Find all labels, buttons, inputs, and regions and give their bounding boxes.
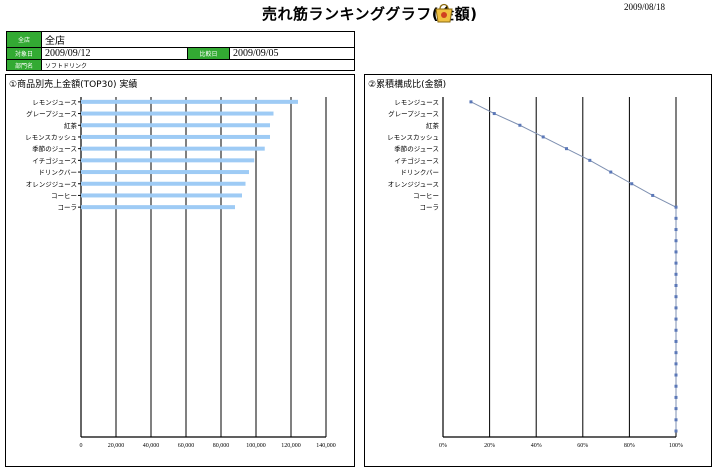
data-point xyxy=(651,193,655,197)
x-tick-label: 60,000 xyxy=(178,443,195,449)
category-label: レモンスカッシュ xyxy=(387,133,439,141)
category-label: コーラ xyxy=(420,204,440,212)
department-value: ソフトドリンク xyxy=(41,59,355,71)
data-point xyxy=(674,239,678,243)
sales-chart-panel: ①商品別売上金額(TOP30) 実績 0 20,000 40,000 60,000 80… xyxy=(5,74,355,467)
compare-date-label: 比較日 xyxy=(187,47,230,60)
x-tick-label: 80,000 xyxy=(213,443,230,449)
x-tick-label: 0% xyxy=(439,443,447,449)
x-tick-label: 20% xyxy=(484,443,495,449)
x-tick-label: 100,000 xyxy=(246,443,266,449)
x-tick-label: 20,000 xyxy=(108,443,125,449)
compare-date-value: 2009/09/05 xyxy=(229,47,355,60)
category-label: グレープジュース xyxy=(388,109,439,118)
category-label: イチゴジュース xyxy=(394,156,439,165)
x-tick-label: 0 xyxy=(80,443,83,449)
data-point xyxy=(674,317,678,321)
x-tick-label: 80% xyxy=(624,443,635,449)
data-point xyxy=(674,362,678,366)
data-point xyxy=(674,328,678,332)
category-label: 季節のジュース xyxy=(32,144,77,153)
sales-bar-chart: 0 20,000 40,000 60,000 80,000 100,000 120,000 1… xyxy=(25,97,336,449)
data-point xyxy=(541,135,545,139)
x-tick-label: 60% xyxy=(577,443,588,449)
category-label: コーラ xyxy=(58,204,78,212)
data-point xyxy=(674,228,678,232)
store-value: 全店 xyxy=(41,31,355,48)
data-point xyxy=(674,395,678,399)
target-date-value: 2009/09/12 xyxy=(41,47,188,60)
data-point xyxy=(674,261,678,265)
bar xyxy=(81,99,298,104)
data-point xyxy=(674,418,678,422)
bar xyxy=(81,146,265,151)
data-point xyxy=(469,100,473,104)
category-label: 紅茶 xyxy=(64,121,78,130)
data-point xyxy=(588,158,592,162)
cumulative-line xyxy=(470,101,677,431)
data-point xyxy=(674,283,678,287)
data-point xyxy=(674,216,678,220)
print-date: 2009/08/18 xyxy=(624,2,666,12)
data-point xyxy=(674,306,678,310)
data-point xyxy=(492,112,496,116)
category-label: レモンジュース xyxy=(394,98,439,106)
store-label: 全店 xyxy=(6,31,42,48)
target-date-label: 対象日 xyxy=(6,47,42,60)
x-tick-label: 40% xyxy=(531,443,542,449)
bar xyxy=(81,181,246,186)
category-label: コーヒー xyxy=(413,192,439,200)
x-tick-label: 100% xyxy=(669,443,683,449)
bar xyxy=(81,111,274,116)
bar xyxy=(81,123,270,128)
category-label: コーヒー xyxy=(51,192,77,200)
x-tick-label: 120,000 xyxy=(281,443,301,449)
category-label: オレンジジュース xyxy=(388,180,439,188)
cumulative-chart-panel: ②累積構成比(金額) 0% 20% 40% 60% 80% 100% レモンジュース グレープ… xyxy=(364,74,712,467)
category-label: イチゴジュース xyxy=(32,156,77,165)
data-point xyxy=(674,272,678,276)
data-point xyxy=(674,407,678,411)
category-label: 紅茶 xyxy=(426,121,440,130)
category-label: レモンスカッシュ xyxy=(25,133,77,141)
department-label: 部門名 xyxy=(6,59,42,71)
category-label: 季節のジュース xyxy=(394,144,439,153)
data-point xyxy=(674,295,678,299)
data-point xyxy=(674,339,678,343)
category-label: グレープジュース xyxy=(26,109,77,118)
category-label: レモンジュース xyxy=(32,98,77,106)
bar xyxy=(81,193,242,198)
shopping-bag-icon xyxy=(435,3,453,23)
data-point xyxy=(630,182,634,186)
data-point xyxy=(674,429,678,433)
data-point xyxy=(674,351,678,355)
bar xyxy=(81,205,235,210)
x-tick-label: 40,000 xyxy=(143,443,160,449)
category-label: ドリンクバー xyxy=(38,169,77,177)
info-table: 全店 全店 対象日 2009/09/12 比較日 2009/09/05 部門名 … xyxy=(6,31,355,71)
category-label: ドリンクバー xyxy=(400,169,439,177)
category-label: オレンジジュース xyxy=(26,180,77,188)
data-point xyxy=(674,373,678,377)
bar xyxy=(81,170,249,175)
data-point xyxy=(674,205,678,209)
bar xyxy=(81,134,270,139)
cumulative-line-chart: 0% 20% 40% 60% 80% 100% レモンジュースグレープジュース紅茶レモンスカ… xyxy=(387,97,683,449)
data-point xyxy=(564,147,568,151)
data-point xyxy=(518,123,522,127)
data-point xyxy=(609,170,613,174)
data-point xyxy=(674,250,678,254)
x-tick-label: 140,000 xyxy=(316,443,336,449)
bar xyxy=(81,158,255,163)
data-point xyxy=(674,384,678,388)
